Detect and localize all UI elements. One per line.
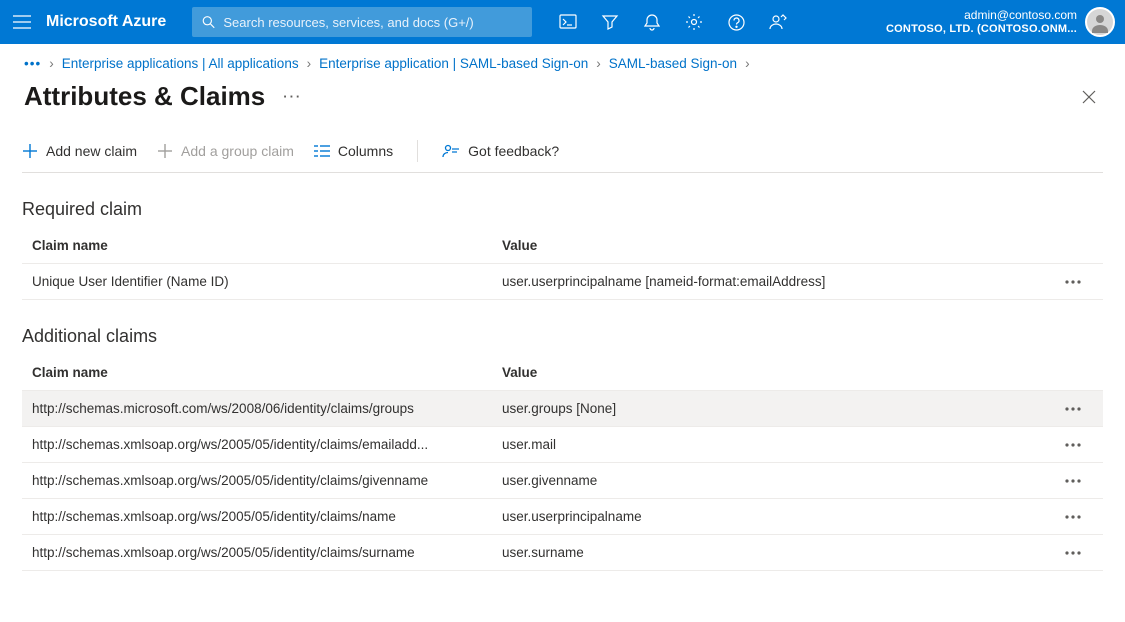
required-claim-table: Claim name Value Unique User Identifier … [22, 228, 1103, 300]
add-new-claim-label: Add new claim [46, 143, 137, 159]
row-more-icon[interactable] [1053, 479, 1093, 483]
title-more-icon[interactable]: ··· [283, 89, 302, 104]
breadcrumb-item-2[interactable]: Enterprise application | SAML-based Sign… [319, 56, 588, 71]
breadcrumb: ••• › Enterprise applications | All appl… [0, 44, 1125, 71]
cell-claim-value: user.userprincipalname [502, 509, 1053, 524]
got-feedback-button[interactable]: Got feedback? [442, 143, 559, 159]
header-utility-icons [548, 0, 798, 44]
additional-claims-section: Additional claims Claim name Value http:… [0, 300, 1125, 571]
table-row[interactable]: http://schemas.xmlsoap.org/ws/2005/05/id… [22, 463, 1103, 499]
header-value: Value [502, 365, 1053, 380]
cell-claim-name: http://schemas.xmlsoap.org/ws/2005/05/id… [32, 437, 502, 452]
account-info[interactable]: admin@contoso.com CONTOSO, LTD. (CONTOSO… [886, 7, 1117, 37]
required-claim-title: Required claim [22, 199, 1103, 220]
cell-claim-name: http://schemas.xmlsoap.org/ws/2005/05/id… [32, 473, 502, 488]
content-scroll-area[interactable]: Required claim Claim name Value Unique U… [0, 173, 1125, 588]
cell-claim-name: http://schemas.xmlsoap.org/ws/2005/05/id… [32, 545, 502, 560]
chevron-right-icon: › [745, 56, 750, 71]
cloud-shell-icon[interactable] [548, 0, 588, 44]
got-feedback-label: Got feedback? [468, 143, 559, 159]
required-claim-section: Required claim Claim name Value Unique U… [0, 173, 1125, 300]
cell-claim-value: user.givenname [502, 473, 1053, 488]
table-row[interactable]: http://schemas.xmlsoap.org/ws/2005/05/id… [22, 499, 1103, 535]
global-search[interactable] [192, 7, 532, 37]
top-header: Microsoft Azure admin@contoso.com CONTOS… [0, 0, 1125, 44]
additional-claims-table: Claim name Value http://schemas.microsof… [22, 355, 1103, 571]
page-title-row: Attributes & Claims ··· [0, 71, 1125, 112]
breadcrumb-overflow[interactable]: ••• [24, 56, 41, 71]
feedback-person-icon[interactable] [758, 0, 798, 44]
chevron-right-icon: › [307, 56, 312, 71]
cell-claim-name: http://schemas.microsoft.com/ws/2008/06/… [32, 401, 502, 416]
header-value: Value [502, 238, 1053, 253]
account-email: admin@contoso.com [886, 8, 1077, 22]
row-more-icon[interactable] [1053, 515, 1093, 519]
columns-button[interactable]: Columns [314, 143, 393, 159]
chevron-right-icon: › [49, 56, 54, 71]
row-more-icon[interactable] [1053, 443, 1093, 447]
chevron-right-icon: › [596, 56, 601, 71]
table-row[interactable]: Unique User Identifier (Name ID) user.us… [22, 264, 1103, 300]
cell-claim-value: user.surname [502, 545, 1053, 560]
notifications-icon[interactable] [632, 0, 672, 44]
page-title: Attributes & Claims [24, 81, 265, 112]
brand-label[interactable]: Microsoft Azure [46, 13, 166, 31]
table-row[interactable]: http://schemas.xmlsoap.org/ws/2005/05/id… [22, 535, 1103, 571]
hamburger-menu-button[interactable] [4, 0, 40, 44]
command-bar: Add new claim Add a group claim Columns … [22, 140, 1103, 173]
help-icon[interactable] [716, 0, 756, 44]
row-more-icon[interactable] [1053, 407, 1093, 411]
directory-filter-icon[interactable] [590, 0, 630, 44]
columns-label: Columns [338, 143, 393, 159]
row-more-icon[interactable] [1053, 280, 1093, 284]
command-separator [417, 140, 418, 162]
close-blade-button[interactable] [1081, 89, 1103, 105]
header-claim-name: Claim name [32, 365, 502, 380]
avatar[interactable] [1085, 7, 1115, 37]
add-new-claim-button[interactable]: Add new claim [22, 143, 137, 159]
account-tenant: CONTOSO, LTD. (CONTOSO.ONM... [886, 22, 1077, 36]
cell-claim-value: user.mail [502, 437, 1053, 452]
additional-claims-title: Additional claims [22, 326, 1103, 347]
breadcrumb-item-1[interactable]: Enterprise applications | All applicatio… [62, 56, 299, 71]
cell-claim-value: user.userprincipalname [nameid-format:em… [502, 274, 1053, 289]
breadcrumb-item-3[interactable]: SAML-based Sign-on [609, 56, 737, 71]
table-row[interactable]: http://schemas.microsoft.com/ws/2008/06/… [22, 391, 1103, 427]
cell-claim-name: http://schemas.xmlsoap.org/ws/2005/05/id… [32, 509, 502, 524]
cell-claim-value: user.groups [None] [502, 401, 1053, 416]
add-group-claim-button: Add a group claim [157, 143, 294, 159]
row-more-icon[interactable] [1053, 551, 1093, 555]
search-input[interactable] [223, 15, 522, 30]
table-header: Claim name Value [22, 355, 1103, 391]
table-row[interactable]: http://schemas.xmlsoap.org/ws/2005/05/id… [22, 427, 1103, 463]
settings-gear-icon[interactable] [674, 0, 714, 44]
table-header: Claim name Value [22, 228, 1103, 264]
cell-claim-name: Unique User Identifier (Name ID) [32, 274, 502, 289]
search-icon [202, 15, 215, 29]
add-group-claim-label: Add a group claim [181, 143, 294, 159]
header-claim-name: Claim name [32, 238, 502, 253]
